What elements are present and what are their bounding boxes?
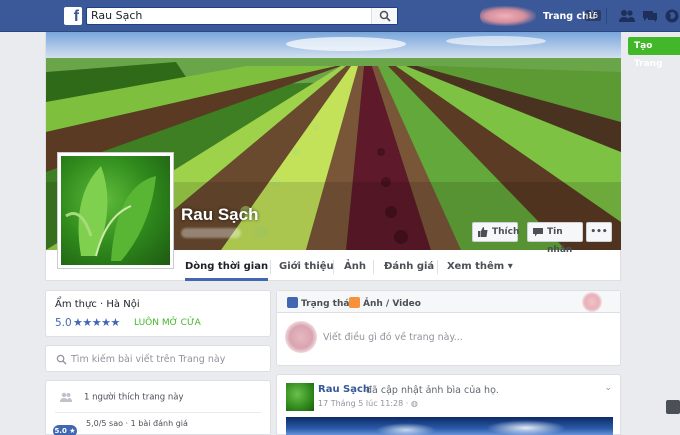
tab-separator	[373, 260, 374, 274]
review-summary[interactable]: 5,0/5 sao · 1 bài đánh giá	[86, 419, 188, 428]
facebook-logo[interactable]: f	[64, 7, 82, 25]
cloud-shape	[376, 423, 436, 435]
category-location[interactable]: Ẩm thực · Hà Nội	[55, 299, 140, 310]
sidebar-chat-icon[interactable]	[666, 400, 680, 414]
pencil-icon	[287, 297, 298, 308]
messages-icon[interactable]	[642, 9, 658, 23]
friends-icon[interactable]	[619, 9, 635, 23]
divider	[55, 412, 261, 413]
status-tab[interactable]: Trạng thái	[287, 297, 353, 309]
post-action-text: đã cập nhật ảnh bìa của họ.	[366, 385, 499, 396]
page-search-input[interactable]: Tìm kiếm bài viết trên Trang này	[71, 354, 225, 365]
rating-stars[interactable]: ★★★★★	[73, 316, 120, 329]
tab-separator	[437, 260, 438, 274]
globe-icon[interactable]	[664, 9, 680, 23]
tab-photos[interactable]: Ảnh	[344, 252, 366, 281]
tab-about[interactable]: Giới thiệu	[279, 252, 334, 281]
likes-stat: 1 người thích trang này	[60, 392, 184, 403]
post-image[interactable]	[286, 417, 613, 435]
composer-user-avatar	[582, 292, 602, 312]
search-button[interactable]	[371, 8, 397, 24]
chevron-down-icon[interactable]: ⌄	[604, 383, 612, 393]
post-time-text: 17 Tháng 5 lúc 11:28 ·	[318, 399, 411, 408]
top-navigation-bar: f Rau Sạch Trang chủ 15	[0, 0, 680, 32]
home-count-badge: 15	[585, 10, 602, 21]
tab-reviews[interactable]: Đánh giá	[384, 252, 434, 281]
status-tab-label: Trạng thái	[301, 299, 353, 309]
people-icon	[60, 392, 72, 402]
message-button[interactable]: Tin nhắn	[527, 222, 583, 255]
message-icon	[533, 228, 543, 237]
globe-icon: ◍	[410, 399, 418, 408]
tab-more[interactable]: Xem thêm ▾	[447, 252, 513, 281]
topbar-divider	[606, 8, 607, 24]
page-header: Rau Sạch Thích Tin nhắn ••• Dòng thời gi…	[45, 32, 621, 281]
about-card: Ẩm thực · Hà Nội 5.0 ★★★★★ LUÔN MỞ CỬA	[45, 290, 271, 337]
rating-badge: 5.0 ★	[53, 425, 77, 435]
composer-tabs: Trạng thái Ảnh / Video	[277, 291, 620, 313]
page-title: Rau Sạch	[181, 205, 259, 224]
search-icon	[56, 354, 67, 365]
tab-timeline[interactable]: Dòng thời gian	[185, 252, 269, 281]
cloud-shape	[486, 420, 566, 435]
page-username	[181, 228, 241, 238]
rating-value: 5.0	[55, 317, 72, 329]
message-label: Tin nhắn	[547, 227, 573, 255]
more-options-button[interactable]: •••	[586, 222, 612, 242]
post-author-name[interactable]: Rau Sạch	[318, 384, 370, 395]
create-page-button[interactable]: Tạo Trang	[628, 37, 680, 69]
photo-video-tab[interactable]: Ảnh / Video	[349, 297, 421, 309]
page-stats-card: 1 người thích trang này 5.0 ★ 5,0/5 sao …	[45, 380, 271, 435]
post-composer: Trạng thái Ảnh / Video Viết điều gì đó v…	[276, 290, 621, 366]
user-avatar[interactable]	[480, 6, 536, 26]
page-post-search[interactable]: Tìm kiếm bài viết trên Trang này	[45, 345, 271, 372]
photo-icon	[349, 297, 360, 308]
composer-input[interactable]: Viết điều gì đó về trang này...	[323, 332, 463, 343]
tab-separator	[270, 260, 271, 274]
post-author-avatar[interactable]	[286, 383, 314, 411]
post-timestamp[interactable]: 17 Tháng 5 lúc 11:28 · ◍	[318, 399, 418, 408]
profile-leaf-image	[61, 156, 170, 265]
profile-picture[interactable]	[57, 152, 174, 269]
search-bar[interactable]: Rau Sạch	[86, 7, 398, 25]
open-status: LUÔN MỞ CỬA	[134, 318, 201, 328]
search-icon	[379, 10, 391, 22]
likes-count-text[interactable]: 1 người thích trang này	[84, 393, 184, 403]
timeline-post: Rau Sạch đã cập nhật ảnh bìa của họ. 17 …	[276, 374, 621, 435]
like-label: Thích	[492, 227, 520, 237]
search-input[interactable]: Rau Sạch	[91, 9, 142, 22]
thumbs-up-icon	[478, 227, 488, 237]
composer-avatar	[285, 321, 317, 353]
photo-tab-label: Ảnh / Video	[363, 299, 421, 309]
tab-separator	[333, 260, 334, 274]
like-button[interactable]: Thích	[472, 222, 520, 242]
